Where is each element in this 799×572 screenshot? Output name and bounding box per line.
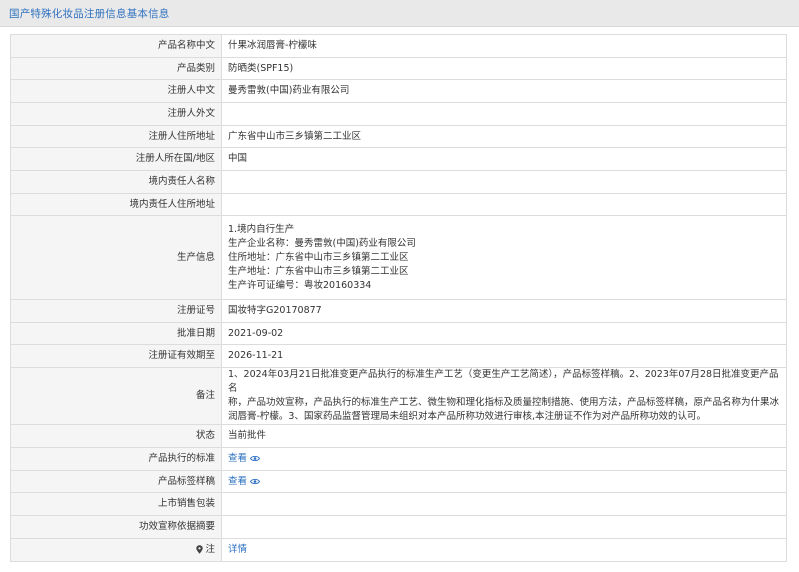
- label-efficacy-basis: 功效宣称依据摘要: [10, 515, 222, 539]
- value-registration-no: 国妆特字G20170877: [221, 299, 787, 323]
- value-domestic-agent-address: [221, 193, 787, 216]
- production-line: 生产企业名称：曼秀雷敦(中国)药业有限公司: [228, 237, 416, 249]
- value-registrant-cn: 曼秀雷敦(中国)药业有限公司: [221, 79, 787, 103]
- table-row: 批准日期 2021-09-02: [10, 322, 787, 345]
- eye-icon: [250, 456, 261, 461]
- view-standard-link[interactable]: 查看: [228, 453, 261, 464]
- table-row: 功效宣称依据摘要: [10, 515, 787, 539]
- label-product-standard: 产品执行的标准: [10, 447, 222, 471]
- location-pin-icon: [196, 545, 204, 554]
- label-product-label: 产品标签样稿: [10, 470, 222, 493]
- value-production-info: 1.境内自行生产 生产企业名称：曼秀雷敦(中国)药业有限公司 住所地址：广东省中…: [221, 215, 787, 300]
- production-line: 生产地址：广东省中山市三乡镇第二工业区: [228, 265, 409, 277]
- table-row: 状态 当前批件: [10, 424, 787, 448]
- page-title: 国产特殊化妆品注册信息基本信息: [9, 8, 170, 20]
- value-note: 详情: [221, 538, 787, 562]
- table-row: 注册证有效期至 2026-11-21: [10, 344, 787, 368]
- label-production-info: 生产信息: [10, 215, 222, 300]
- table-row: 注册人外文: [10, 102, 787, 126]
- value-valid-until: 2026-11-21: [221, 344, 787, 368]
- table-row: 上市销售包装: [10, 492, 787, 516]
- table-row: 境内责任人住所地址: [10, 193, 787, 216]
- table-row: 境内责任人名称: [10, 170, 787, 194]
- label-status: 状态: [10, 424, 222, 448]
- remarks-line: 润唇膏-柠檬。3、国家药品监督管理局未组织对本产品所称功效进行审核,本注册证不作…: [228, 411, 706, 422]
- value-approval-date: 2021-09-02: [221, 322, 787, 345]
- table-row: 注册人中文 曼秀雷敦(中国)药业有限公司: [10, 79, 787, 103]
- label-product-category: 产品类别: [10, 57, 222, 80]
- value-efficacy-basis: [221, 515, 787, 539]
- view-standard-label: 查看: [228, 453, 248, 464]
- value-packaging: [221, 492, 787, 516]
- label-approval-date: 批准日期: [10, 322, 222, 345]
- label-product-name-cn: 产品名称中文: [10, 34, 222, 58]
- label-registrant-country: 注册人所在国/地区: [10, 147, 222, 171]
- info-panel: 产品名称中文 什果冰润唇膏-柠檬味 产品类别 防晒类(SPF15) 注册人中文 …: [0, 27, 799, 572]
- production-line: 生产许可证编号：粤妆20160334: [228, 279, 372, 291]
- info-table: 产品名称中文 什果冰润唇膏-柠檬味 产品类别 防晒类(SPF15) 注册人中文 …: [10, 34, 787, 562]
- table-row: 注 详情: [10, 538, 787, 562]
- view-label-label: 查看: [228, 475, 248, 487]
- label-note: 注: [10, 538, 222, 562]
- label-domestic-agent-address: 境内责任人住所地址: [10, 193, 222, 216]
- value-product-label: 查看: [221, 470, 787, 493]
- table-row: 备注 1、2024年03月21日批准变更产品执行的标准生产工艺（变更生产工艺简述…: [10, 367, 787, 425]
- page-header: 国产特殊化妆品注册信息基本信息: [0, 0, 799, 27]
- value-product-standard: 查看: [221, 447, 787, 471]
- label-registrant-cn: 注册人中文: [10, 79, 222, 103]
- remarks-line: 1、2024年03月21日批准变更产品执行的标准生产工艺（变更生产工艺简述），产…: [228, 369, 779, 394]
- note-label: 注: [205, 544, 215, 555]
- table-row: 生产信息 1.境内自行生产 生产企业名称：曼秀雷敦(中国)药业有限公司 住所地址…: [10, 215, 787, 300]
- label-packaging: 上市销售包装: [10, 492, 222, 516]
- value-product-category: 防晒类(SPF15): [221, 57, 787, 80]
- label-domestic-agent-name: 境内责任人名称: [10, 170, 222, 194]
- details-link[interactable]: 详情: [228, 544, 247, 555]
- value-remarks: 1、2024年03月21日批准变更产品执行的标准生产工艺（变更生产工艺简述），产…: [221, 367, 787, 425]
- remarks-line: 称，产品功效宣称，产品执行的标准生产工艺、微生物和理化指标及质量控制措施、使用方…: [228, 397, 780, 408]
- table-row: 产品名称中文 什果冰润唇膏-柠檬味: [10, 34, 787, 58]
- table-row: 产品类别 防晒类(SPF15): [10, 57, 787, 80]
- table-row: 产品标签样稿 查看: [10, 470, 787, 493]
- value-registrant-address: 广东省中山市三乡镇第二工业区: [221, 125, 787, 148]
- label-registrant-address: 注册人住所地址: [10, 125, 222, 148]
- eye-icon: [250, 478, 261, 484]
- production-line: 住所地址：广东省中山市三乡镇第二工业区: [228, 251, 409, 263]
- label-remarks: 备注: [10, 367, 222, 425]
- label-valid-until: 注册证有效期至: [10, 344, 222, 368]
- label-registration-no: 注册证号: [10, 299, 222, 323]
- value-domestic-agent-name: [221, 170, 787, 194]
- view-label-link[interactable]: 查看: [228, 475, 261, 487]
- value-status: 当前批件: [221, 424, 787, 448]
- label-registrant-en: 注册人外文: [10, 102, 222, 126]
- value-registrant-en: [221, 102, 787, 126]
- table-row: 产品执行的标准 查看: [10, 447, 787, 471]
- table-row: 注册人所在国/地区 中国: [10, 147, 787, 171]
- value-registrant-country: 中国: [221, 147, 787, 171]
- table-row: 注册人住所地址 广东省中山市三乡镇第二工业区: [10, 125, 787, 148]
- table-row: 注册证号 国妆特字G20170877: [10, 299, 787, 323]
- value-product-name-cn: 什果冰润唇膏-柠檬味: [221, 34, 787, 58]
- production-line: 1.境内自行生产: [228, 223, 295, 235]
